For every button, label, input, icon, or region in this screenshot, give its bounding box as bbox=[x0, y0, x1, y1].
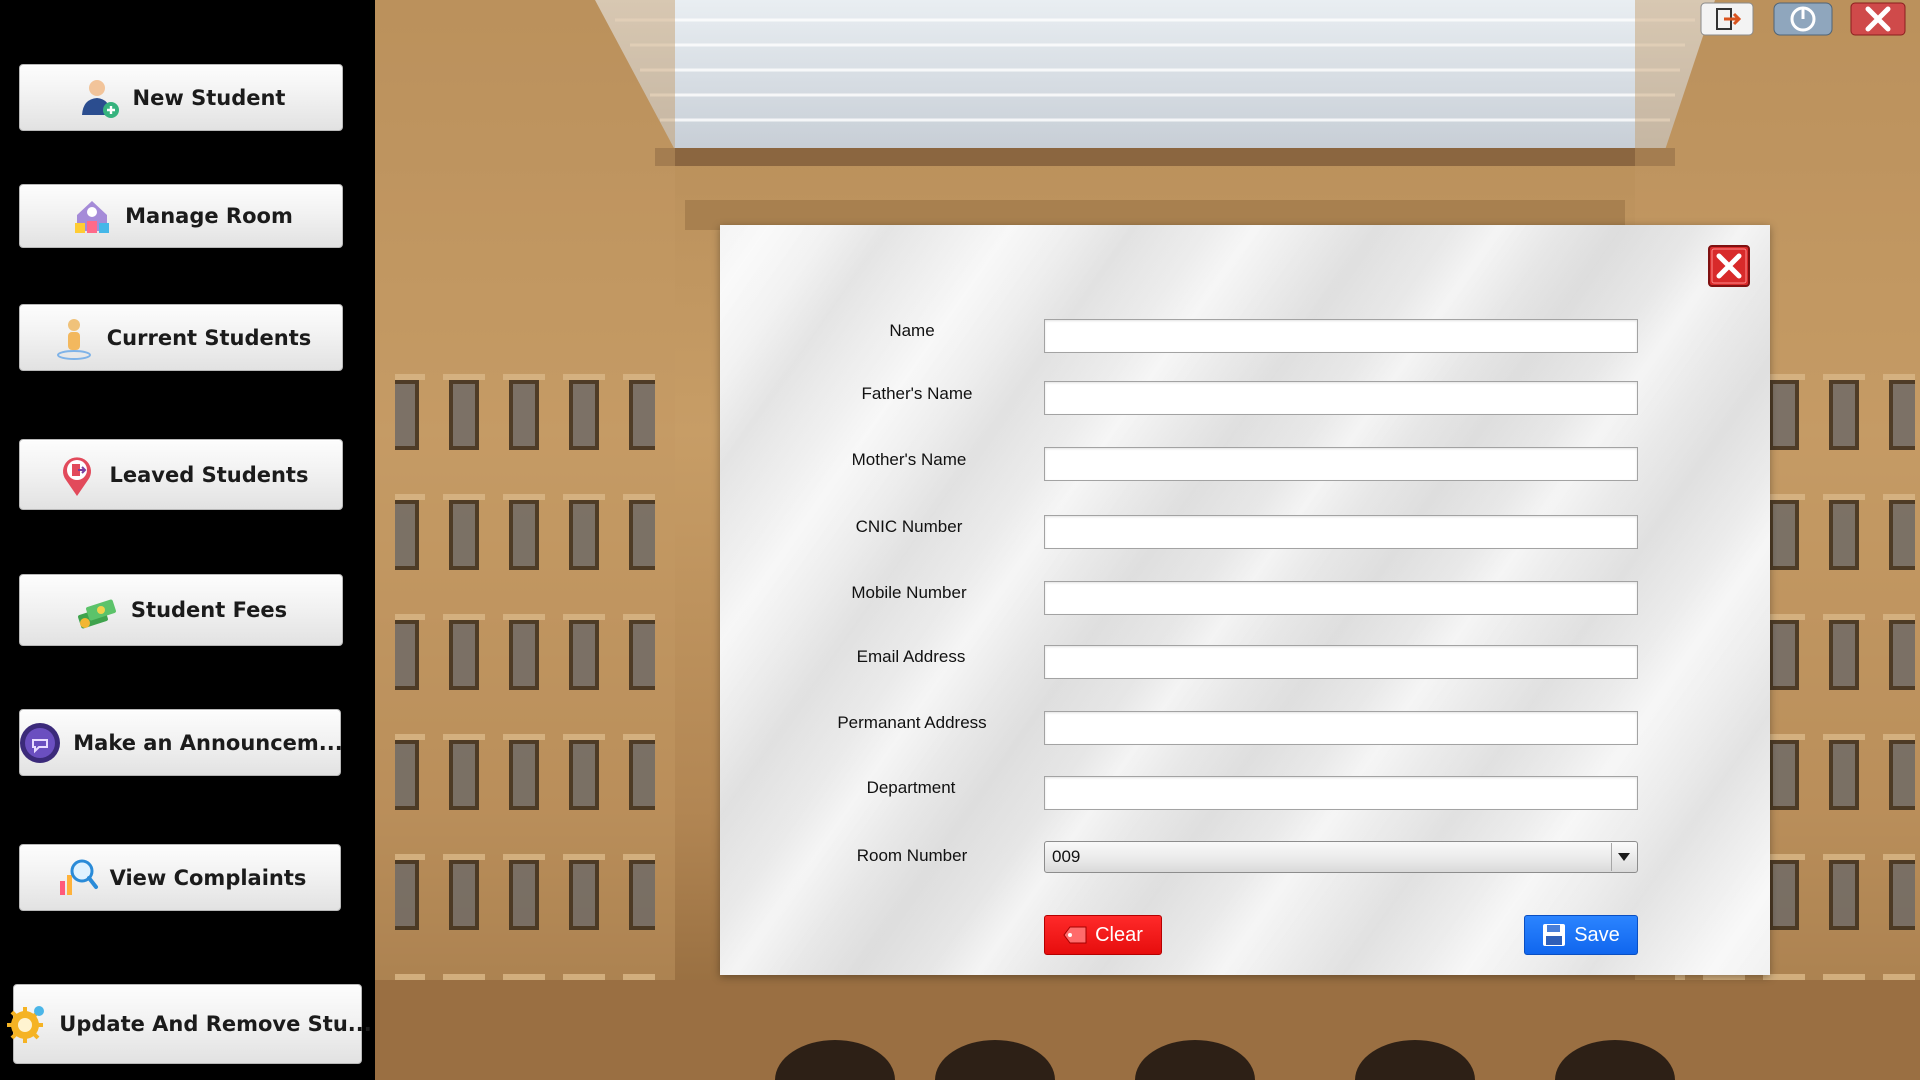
sidebar-item-label: Current Students bbox=[106, 325, 312, 350]
sidebar-item-new-student[interactable]: New Student bbox=[19, 64, 343, 131]
sidebar-item-view-complaints[interactable]: View Complaints bbox=[19, 844, 341, 911]
room-number-value: 009 bbox=[1052, 847, 1081, 866]
department-input[interactable] bbox=[1044, 776, 1638, 810]
mothers-name-label: Mother's Name bbox=[851, 450, 967, 469]
permanent-address-input[interactable] bbox=[1044, 711, 1638, 745]
save-button[interactable]: Save bbox=[1524, 915, 1638, 955]
email-address-input[interactable] bbox=[1044, 645, 1638, 679]
department-label: Department bbox=[866, 778, 956, 797]
power-icon bbox=[1773, 2, 1833, 36]
chevron-down-icon[interactable] bbox=[1611, 843, 1636, 871]
power-button[interactable] bbox=[1773, 0, 1833, 38]
close-icon bbox=[1850, 2, 1906, 36]
room-number-label: Room Number bbox=[856, 846, 968, 865]
close-icon bbox=[1708, 245, 1750, 287]
settings-icon bbox=[7, 1006, 45, 1043]
sidebar-item-label: Student Fees bbox=[130, 598, 288, 622]
room-icon bbox=[75, 201, 110, 233]
person-icon bbox=[56, 318, 91, 360]
sidebar-item-make-announcement[interactable]: Make an Announcem... bbox=[19, 709, 343, 776]
sidebar-item-label: Update And Remove Stu... bbox=[59, 1012, 372, 1036]
cnic-number-input[interactable] bbox=[1044, 515, 1638, 549]
eraser-tag-icon bbox=[1063, 926, 1087, 944]
money-icon bbox=[77, 599, 116, 629]
sidebar-item-current-students[interactable]: Current Students bbox=[19, 304, 343, 371]
add-user-icon bbox=[81, 79, 119, 118]
mobile-number-label: Mobile Number bbox=[851, 583, 967, 602]
permanent-address-label: Permanant Address bbox=[837, 713, 987, 732]
sidebar: New Student Manage Room Current Students bbox=[0, 0, 375, 1080]
dialog-close-button[interactable] bbox=[1708, 245, 1750, 287]
sidebar-item-manage-room[interactable]: Manage Room bbox=[19, 184, 343, 248]
email-address-label: Email Address bbox=[856, 647, 966, 666]
sidebar-item-label: View Complaints bbox=[109, 865, 307, 890]
room-number-select[interactable]: 009 bbox=[1044, 841, 1638, 873]
app-close-button[interactable] bbox=[1848, 0, 1908, 38]
sidebar-item-label: Leaved Students bbox=[109, 462, 309, 487]
logout-icon bbox=[1700, 2, 1754, 36]
name-input[interactable] bbox=[1044, 319, 1638, 353]
save-button-label: Save bbox=[1574, 923, 1620, 946]
clear-button-label: Clear bbox=[1095, 923, 1143, 946]
sidebar-item-update-remove-students[interactable]: Update And Remove Stu... bbox=[7, 984, 372, 1064]
exit-pin-icon bbox=[62, 456, 91, 496]
announcement-icon bbox=[20, 722, 61, 763]
sidebar-item-label: Make an Announcem... bbox=[73, 730, 343, 755]
fathers-name-input[interactable] bbox=[1044, 381, 1638, 415]
sidebar-item-label: Manage Room bbox=[125, 204, 293, 228]
sidebar-item-student-fees[interactable]: Student Fees bbox=[19, 574, 343, 646]
sidebar-item-leaved-students[interactable]: Leaved Students bbox=[19, 439, 343, 510]
clear-button[interactable]: Clear bbox=[1044, 915, 1162, 955]
app-window: New Student Manage Room Current Students bbox=[0, 0, 1920, 1080]
complaints-search-icon bbox=[59, 859, 98, 895]
fathers-name-label: Father's Name bbox=[861, 384, 973, 403]
floppy-disk-icon bbox=[1543, 924, 1566, 946]
sidebar-item-label: New Student bbox=[132, 85, 286, 110]
cnic-number-label: CNIC Number bbox=[855, 517, 963, 536]
mobile-number-input[interactable] bbox=[1044, 581, 1638, 615]
name-label: Name bbox=[889, 321, 935, 340]
new-student-dialog: Name Father's Name Mother's Name CNIC Nu… bbox=[720, 225, 1770, 975]
mothers-name-input[interactable] bbox=[1044, 447, 1638, 481]
logout-button[interactable] bbox=[1697, 0, 1757, 38]
